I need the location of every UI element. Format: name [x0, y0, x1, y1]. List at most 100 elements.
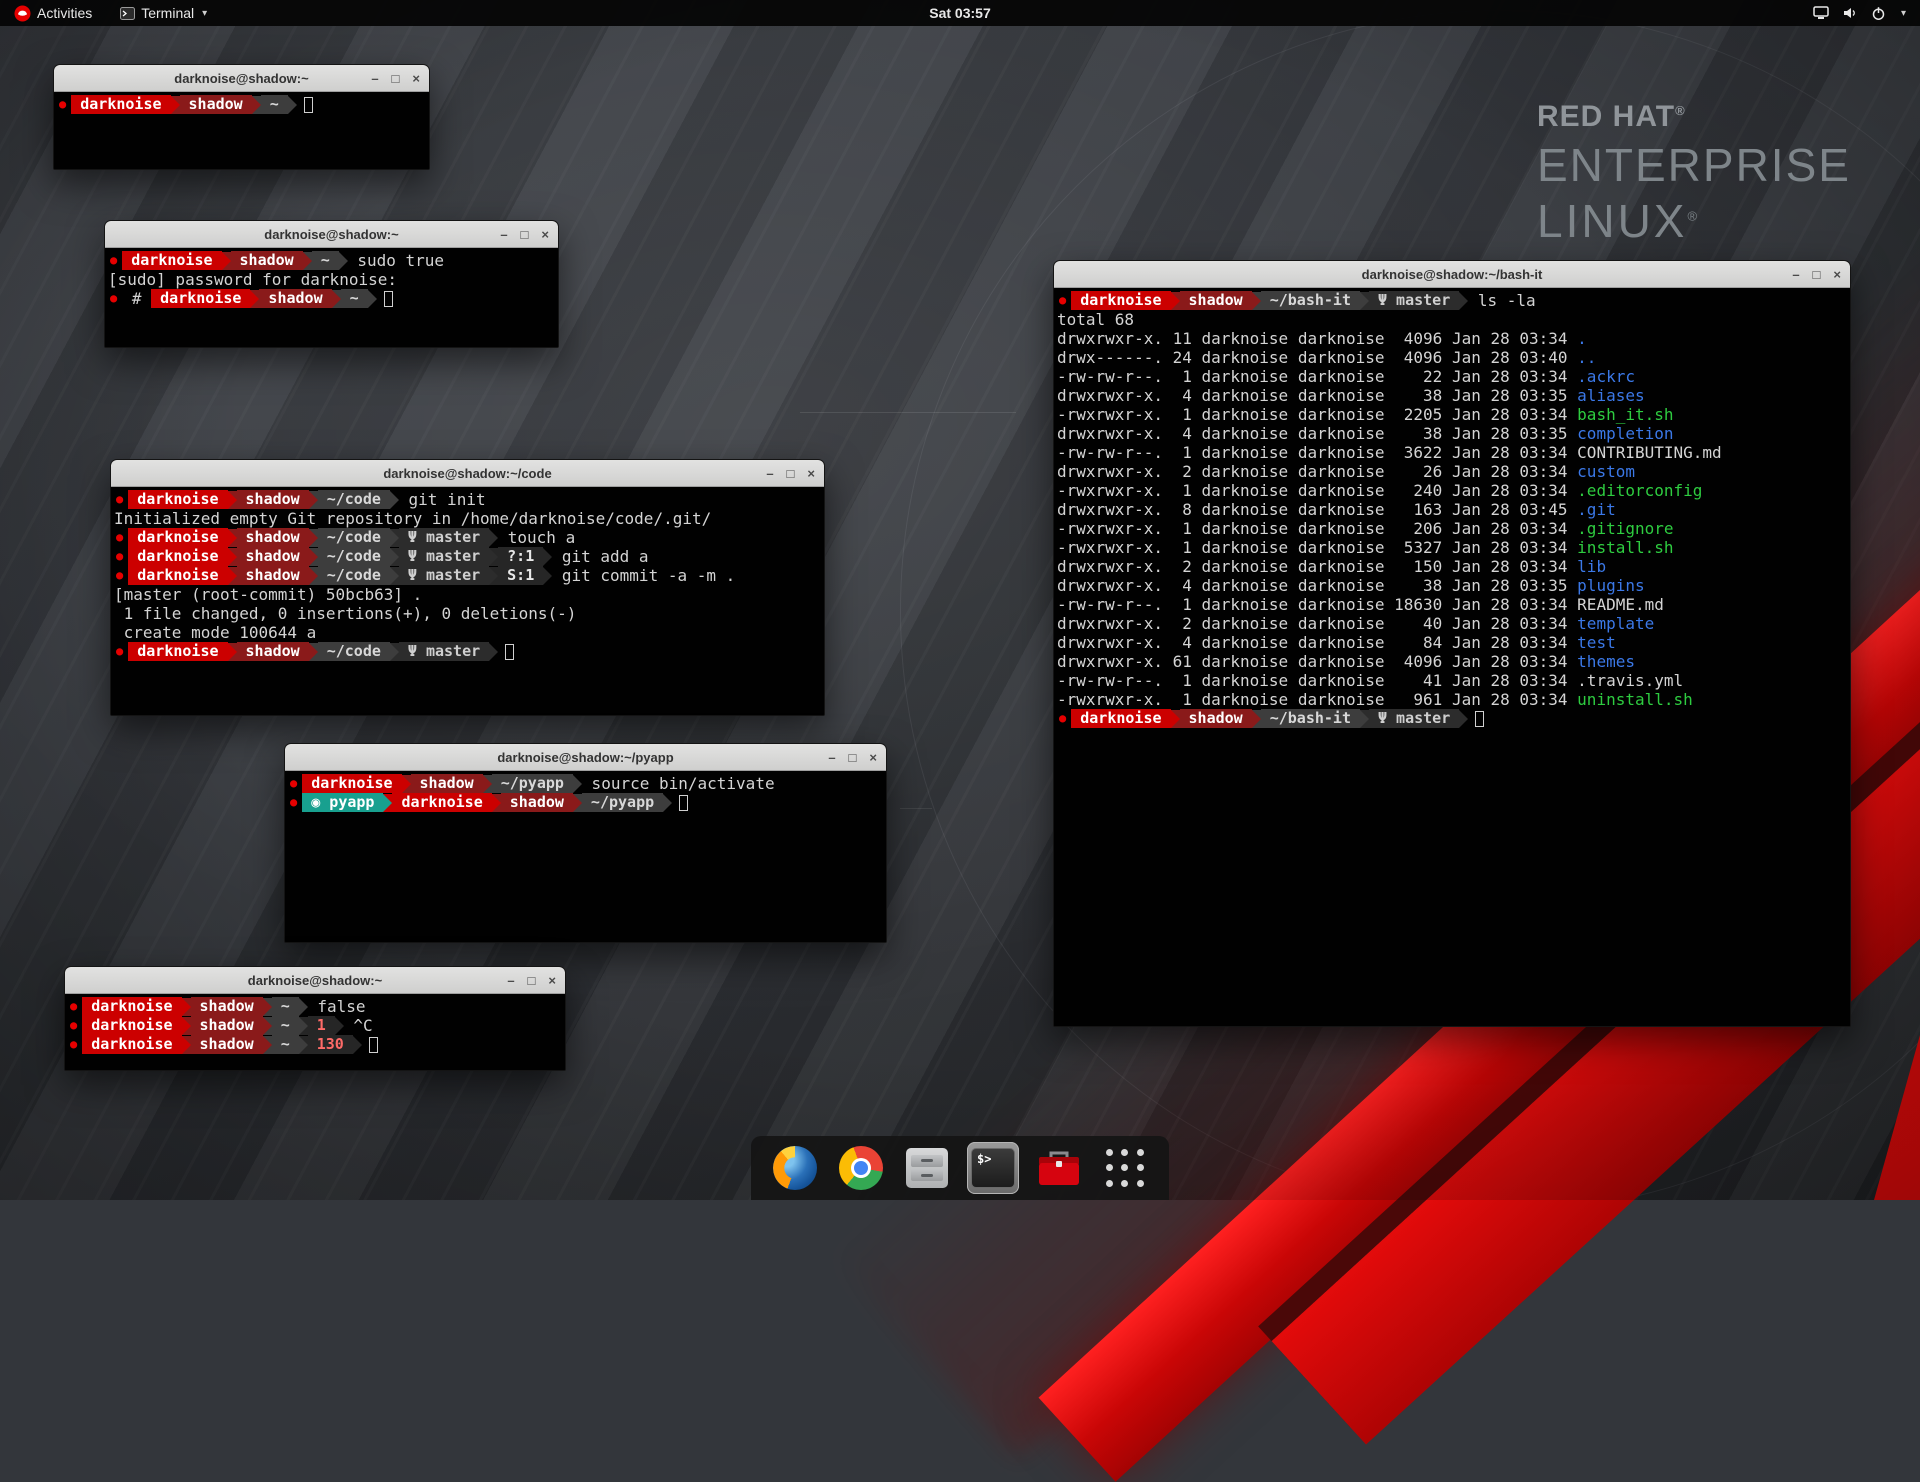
- terminal-text: drwxrwxr-x. 4 darknoise darknoise 38 Jan…: [1057, 386, 1577, 405]
- terminal-content[interactable]: ●darknoiseshadow~/bash-itΨ master ls -la…: [1054, 288, 1850, 1026]
- minimize-button[interactable]: –: [766, 467, 773, 480]
- terminal-line: -rwxrwxr-x. 1 darknoise darknoise 5327 J…: [1057, 538, 1847, 557]
- minimize-button[interactable]: –: [828, 751, 835, 764]
- terminal-cursor: [679, 795, 688, 811]
- window-titlebar[interactable]: darknoise@shadow:~ – □ ×: [65, 967, 565, 994]
- terminal-text: install.sh: [1577, 538, 1673, 557]
- terminal-text: -rwxrwxr-x. 1 darknoise darknoise 5327 J…: [1057, 538, 1577, 557]
- close-button[interactable]: ×: [1833, 268, 1841, 281]
- minimize-button[interactable]: –: [507, 974, 514, 987]
- powerline-arrow-icon: [263, 1036, 272, 1054]
- terminal-text: ls -la: [1468, 291, 1535, 310]
- close-button[interactable]: ×: [869, 751, 877, 764]
- clock[interactable]: Sat 03:57: [929, 5, 990, 21]
- chevron-down-icon: ▾: [202, 8, 207, 19]
- close-button[interactable]: ×: [412, 72, 420, 85]
- maximize-button[interactable]: □: [528, 974, 536, 987]
- volume-icon: [1842, 6, 1858, 20]
- close-button[interactable]: ×: [541, 228, 549, 241]
- activities-label: Activities: [37, 5, 92, 21]
- terminal-content[interactable]: ●darknoiseshadow~ sudo true[sudo] passwo…: [105, 248, 558, 347]
- system-status-area[interactable]: ▾: [1813, 6, 1920, 21]
- redhat-prompt-icon: ●: [116, 547, 123, 566]
- rhel-branding: RED HAT® ENTERPRISE LINUX®: [1537, 100, 1851, 248]
- terminal-text: touch a: [498, 528, 575, 547]
- prompt-segment: darknoise: [82, 997, 181, 1016]
- maximize-button[interactable]: □: [849, 751, 857, 764]
- terminal-text: -rw-rw-r--. 1 darknoise darknoise 18630 …: [1057, 595, 1577, 614]
- terminal-text: false: [308, 997, 366, 1016]
- dock-item-toolbox[interactable]: [1033, 1142, 1085, 1194]
- window-titlebar[interactable]: darknoise@shadow:~ – □ ×: [54, 65, 429, 92]
- close-button[interactable]: ×: [548, 974, 556, 987]
- terminal-text: aliases: [1577, 386, 1644, 405]
- maximize-button[interactable]: □: [392, 72, 400, 85]
- close-button[interactable]: ×: [807, 467, 815, 480]
- powerline-arrow-icon: [383, 794, 392, 812]
- dock-item-files[interactable]: [901, 1142, 953, 1194]
- powerline-arrow-icon: [263, 1017, 272, 1035]
- minimize-button[interactable]: –: [1792, 268, 1799, 281]
- wallpaper-line: [800, 412, 1016, 413]
- terminal-text: [master (root-commit) 50bcb63] .: [114, 585, 422, 604]
- maximize-button[interactable]: □: [1813, 268, 1821, 281]
- terminal-window-sudo[interactable]: darknoise@shadow:~ – □ × ●darknoiseshado…: [104, 220, 559, 348]
- terminal-line: drwxrwxr-x. 61 darknoise darknoise 4096 …: [1057, 652, 1847, 671]
- terminal-text: drwxrwxr-x. 8 darknoise darknoise 163 Ja…: [1057, 500, 1577, 519]
- terminal-window-home-1[interactable]: darknoise@shadow:~ – □ × ●darknoiseshado…: [53, 64, 430, 170]
- prompt-segment: darknoise: [1071, 709, 1170, 728]
- terminal-line: -rwxrwxr-x. 1 darknoise darknoise 2205 J…: [1057, 405, 1847, 424]
- terminal-text: create mode 100644 a: [114, 623, 316, 642]
- terminal-content[interactable]: ●darknoiseshadow~: [54, 92, 429, 169]
- dock-item-firefox[interactable]: [769, 1142, 821, 1194]
- terminal-line: ●darknoiseshadow~130: [68, 1035, 562, 1054]
- window-titlebar[interactable]: darknoise@shadow:~/bash-it – □ ×: [1054, 261, 1850, 288]
- terminal-text: drwxrwxr-x. 61 darknoise darknoise 4096 …: [1057, 652, 1577, 671]
- terminal-line: ●darknoiseshadow~/codeΨ master touch a: [114, 528, 821, 547]
- prompt-segment: darknoise: [82, 1035, 181, 1054]
- dock-item-chrome[interactable]: [835, 1142, 887, 1194]
- terminal-text: themes: [1577, 652, 1635, 671]
- maximize-button[interactable]: □: [787, 467, 795, 480]
- window-titlebar[interactable]: darknoise@shadow:~/code – □ ×: [111, 460, 824, 487]
- terminal-window-bash-it[interactable]: darknoise@shadow:~/bash-it – □ × ●darkno…: [1053, 260, 1851, 1027]
- prompt-segment: shadow: [237, 566, 309, 585]
- powerline-arrow-icon: [390, 643, 399, 661]
- terminal-content[interactable]: ●darknoiseshadow~/pyapp source bin/activ…: [285, 771, 886, 942]
- terminal-content[interactable]: ●darknoiseshadow~/code git initInitializ…: [111, 487, 824, 715]
- app-menu-terminal[interactable]: Terminal ▾: [116, 0, 211, 26]
- terminal-text: CONTRIBUTING.md: [1577, 443, 1722, 462]
- powerline-arrow-icon: [1171, 292, 1180, 310]
- terminal-window-home-2[interactable]: darknoise@shadow:~ – □ × ●darknoiseshado…: [64, 966, 566, 1071]
- minimize-button[interactable]: –: [500, 228, 507, 241]
- terminal-line: -rw-rw-r--. 1 darknoise darknoise 3622 J…: [1057, 443, 1847, 462]
- terminal-line: ●darknoiseshadow~ false: [68, 997, 562, 1016]
- terminal-text: ..: [1577, 348, 1596, 367]
- activities-button[interactable]: Activities: [10, 0, 96, 26]
- window-titlebar[interactable]: darknoise@shadow:~ – □ ×: [105, 221, 558, 248]
- terminal-text: custom: [1577, 462, 1635, 481]
- minimize-button[interactable]: –: [371, 72, 378, 85]
- prompt-segment: ~/code: [318, 642, 390, 661]
- terminal-text: drwxrwxr-x. 4 darknoise darknoise 38 Jan…: [1057, 576, 1577, 595]
- dock-item-terminal[interactable]: $>: [967, 1142, 1019, 1194]
- prompt-segment: S:1: [498, 566, 543, 585]
- terminal-text: lib: [1577, 557, 1606, 576]
- powerline-arrow-icon: [309, 643, 318, 661]
- files-icon: [906, 1148, 948, 1188]
- dock-item-app-grid[interactable]: [1099, 1142, 1151, 1194]
- prompt-segment: ~: [272, 1016, 299, 1035]
- powerline-arrow-icon: [353, 1036, 362, 1054]
- terminal-content[interactable]: ●darknoiseshadow~ false ●darknoiseshadow~…: [65, 994, 565, 1070]
- terminal-window-code[interactable]: darknoise@shadow:~/code – □ × ●darknoise…: [110, 459, 825, 716]
- window-title: darknoise@shadow:~: [248, 973, 382, 988]
- prompt-segment: ~/bash-it: [1261, 291, 1360, 310]
- powerline-arrow-icon: [228, 567, 237, 585]
- terminal-line: -rw-rw-r--. 1 darknoise darknoise 41 Jan…: [1057, 671, 1847, 690]
- prompt-segment: shadow: [180, 95, 252, 114]
- window-titlebar[interactable]: darknoise@shadow:~/pyapp – □ ×: [285, 744, 886, 771]
- prompt-segment: Ψ master: [1369, 709, 1459, 728]
- terminal-cursor: [505, 644, 514, 660]
- maximize-button[interactable]: □: [521, 228, 529, 241]
- terminal-window-pyapp[interactable]: darknoise@shadow:~/pyapp – □ × ●darknois…: [284, 743, 887, 943]
